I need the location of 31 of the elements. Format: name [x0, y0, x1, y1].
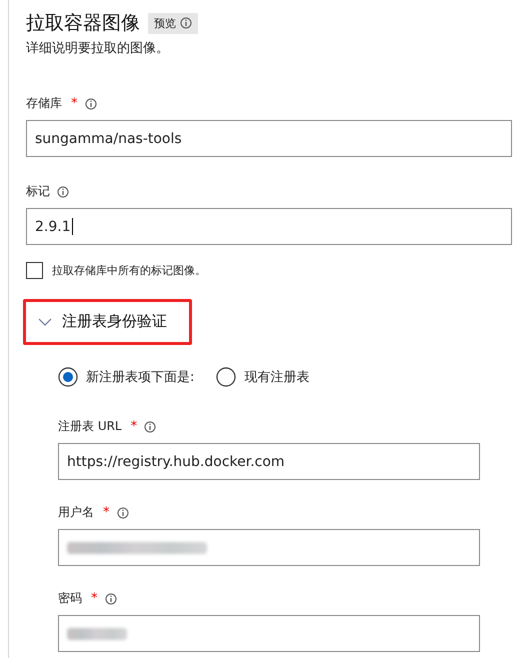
info-icon[interactable] — [57, 186, 69, 198]
required-mark: * — [71, 96, 78, 111]
required-mark: * — [130, 419, 138, 434]
input-field[interactable] — [58, 529, 480, 566]
preview-badge: 预览 — [148, 12, 198, 34]
field-label: 标记 — [26, 183, 50, 200]
radio-option[interactable]: 新注册表项下面是: — [58, 367, 194, 387]
input-field[interactable]: sungamma/nas-tools — [26, 120, 512, 157]
page-title: 拉取容器图像 — [26, 11, 140, 36]
checkbox-label: 拉取存储库中所有的标记图像。 — [52, 263, 206, 278]
field-label: 注册表 URL — [58, 418, 122, 435]
chevron-icon — [38, 318, 52, 326]
radio-icon — [58, 367, 78, 387]
radio-icon — [216, 367, 236, 387]
required-mark: * — [91, 591, 98, 606]
input-field[interactable]: https://registry.hub.docker.com — [58, 443, 480, 480]
radio-option[interactable]: 现有注册表 — [216, 367, 310, 387]
input-field[interactable]: 2.9.1 — [26, 208, 512, 245]
field-label: 密码 — [58, 590, 82, 607]
field-label: 用户名 — [58, 504, 94, 521]
section-toggle[interactable]: 注册表身份验证 — [23, 299, 192, 345]
field-label: 存储库 — [26, 95, 62, 112]
required-mark: * — [103, 505, 110, 520]
info-icon[interactable] — [116, 506, 128, 518]
page-description: 详细说明要拉取的图像。 — [26, 40, 170, 57]
info-icon[interactable] — [180, 17, 192, 29]
checkbox[interactable] — [26, 262, 43, 279]
info-icon[interactable] — [84, 98, 96, 110]
info-icon[interactable] — [144, 420, 156, 432]
input-field[interactable] — [58, 615, 480, 652]
info-icon[interactable] — [104, 592, 116, 604]
